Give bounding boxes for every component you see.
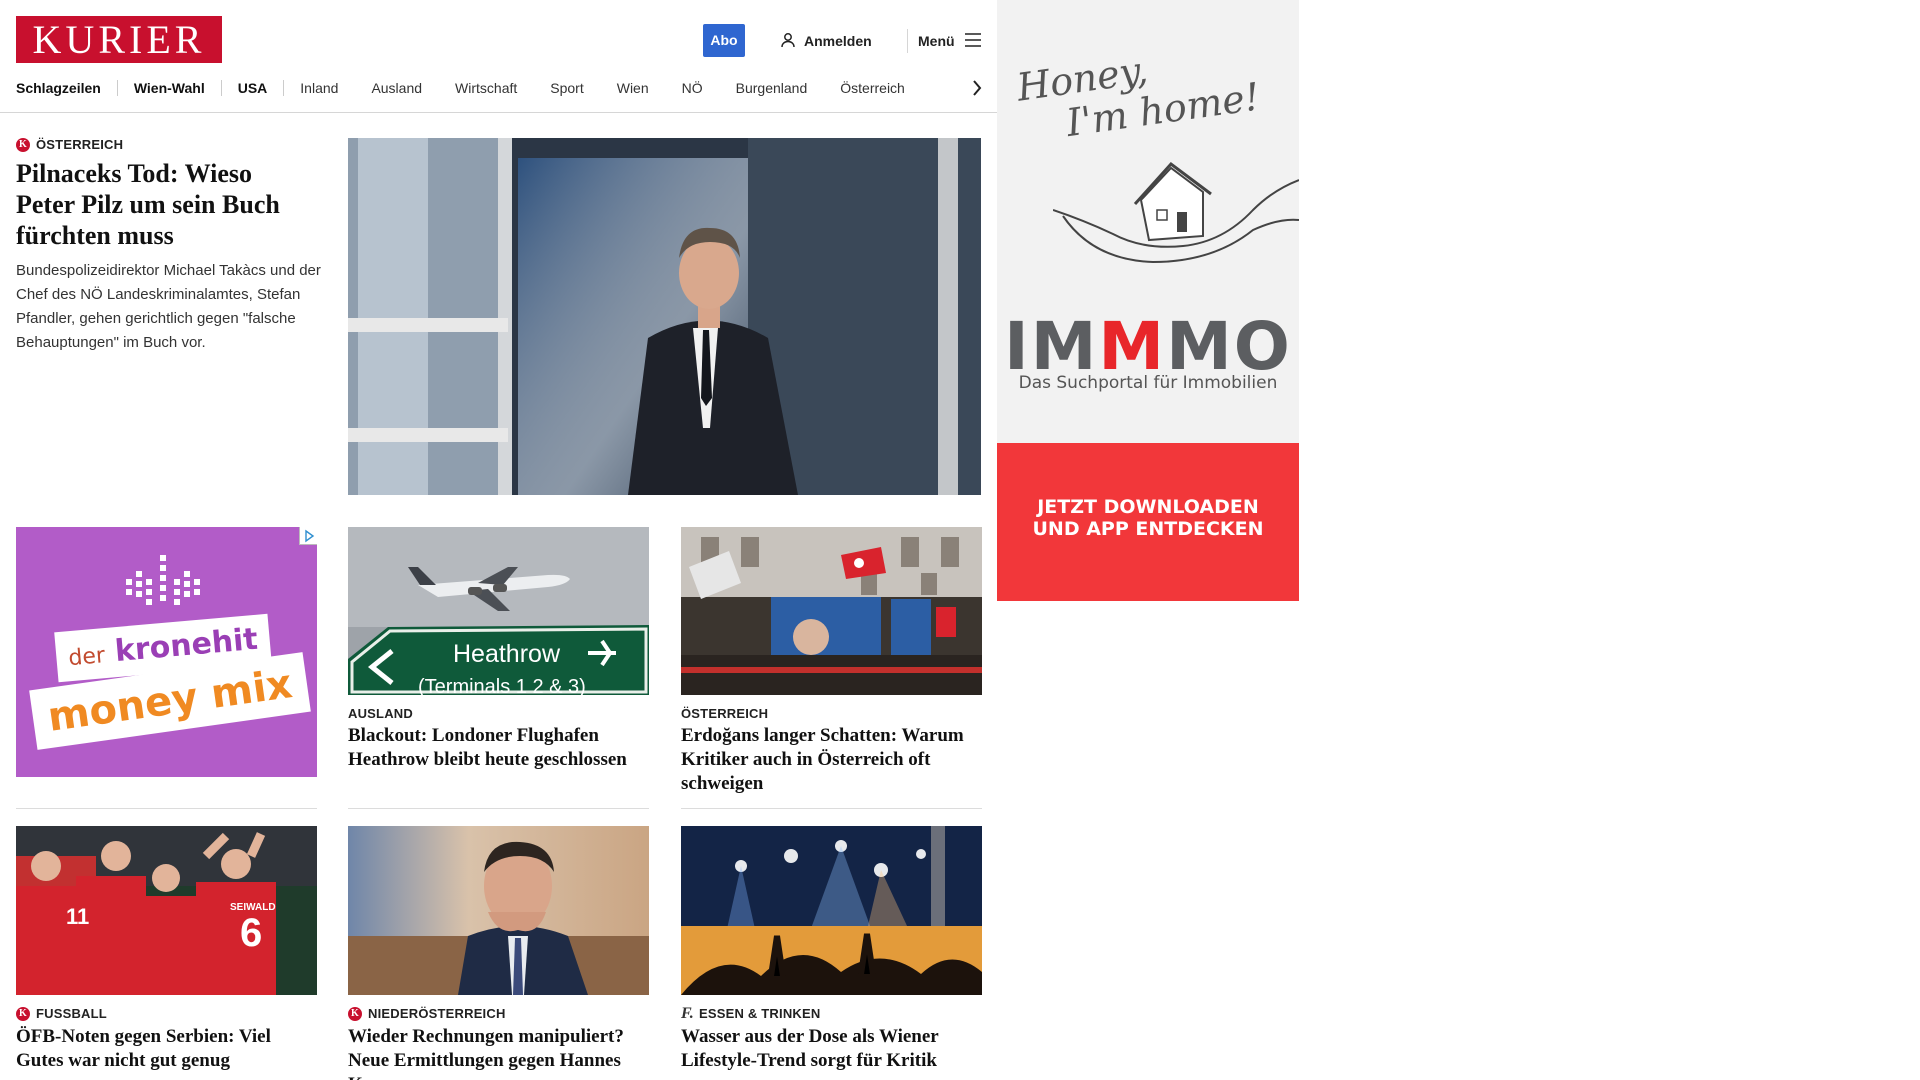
immmo-tagline: Das Suchportal für Immobilien <box>1018 373 1278 393</box>
ad-choices-icon[interactable] <box>299 527 317 545</box>
user-icon <box>780 32 796 51</box>
card-image-koza[interactable] <box>348 826 649 995</box>
card-kicker-label: AUSLAND <box>348 706 413 721</box>
divider <box>681 808 982 809</box>
login-label: Anmelden <box>804 33 872 49</box>
nav-item-wien[interactable]: Wien <box>617 80 649 96</box>
abo-button[interactable]: Abo <box>703 24 745 57</box>
svg-text:Heathrow: Heathrow <box>453 640 561 668</box>
divider <box>348 808 649 809</box>
kurier-plus-icon: K <box>16 1006 30 1021</box>
lead-headline[interactable]: Pilnaceks Tod: Wieso Peter Pilz um sein … <box>16 158 316 251</box>
chevron-right-icon[interactable] <box>968 76 986 100</box>
svg-text:(Terminals 1 2 & 3): (Terminals 1 2 & 3) <box>418 676 586 695</box>
nav-item-wien-wahl[interactable]: Wien-Wahl <box>134 80 205 96</box>
card-image-erdogan[interactable] <box>681 527 982 695</box>
card-kicker-label: ÖSTERREICH <box>681 706 769 721</box>
nav-separator <box>283 80 285 96</box>
card-headline[interactable]: Blackout: Londoner Flughafen Heathrow bl… <box>348 724 653 772</box>
kurier-plus-icon: K <box>16 137 30 152</box>
download-app-button[interactable]: JETZT DOWNLOADEN UND APP ENTDECKEN <box>997 443 1299 601</box>
nav-item-sport[interactable]: Sport <box>550 80 583 96</box>
card-headline[interactable]: ÖFB-Noten gegen Serbien: Viel Gutes war … <box>16 1025 317 1073</box>
menu-button[interactable]: Menü <box>918 30 981 52</box>
card-kicker[interactable]: K FUSSBALL <box>16 1006 107 1021</box>
kurier-logo[interactable]: KURIER <box>16 16 222 63</box>
nav-item-burgenland[interactable]: Burgenland <box>736 80 808 96</box>
nav-item-oesterreich[interactable]: Österreich <box>840 80 905 96</box>
card-kicker[interactable]: AUSLAND <box>348 706 413 721</box>
svg-text:SEIWALD: SEIWALD <box>230 902 276 913</box>
card-kicker[interactable]: ÖSTERREICH <box>681 706 768 721</box>
section-nav: Schlagzeilen Wien-Wahl USA Inland Auslan… <box>16 76 905 100</box>
card-kicker[interactable]: K NIEDERÖSTERREICH <box>348 1006 506 1021</box>
login-button[interactable]: Anmelden <box>780 30 872 52</box>
lead-kicker-label: ÖSTERREICH <box>36 137 124 152</box>
kronehit-ad[interactable]: der kronehit money mix <box>16 527 317 777</box>
nav-separator <box>116 80 118 96</box>
site-header: KURIER Abo Anmelden Menü Schlagzeilen Wi… <box>0 0 997 113</box>
freizeit-icon: f. <box>681 1005 695 1022</box>
crown-icon <box>122 549 204 618</box>
nav-item-noe[interactable]: NÖ <box>682 80 703 96</box>
nav-separator <box>220 80 222 96</box>
house-in-hand-icon <box>1052 150 1299 295</box>
ad-script-text: Honey, I'm home! <box>1014 47 1263 146</box>
divider <box>907 29 908 53</box>
nav-item-inland[interactable]: Inland <box>300 80 338 96</box>
card-headline[interactable]: Wasser aus der Dose als Wiener Lifestyle… <box>681 1025 982 1073</box>
nav-item-usa[interactable]: USA <box>238 80 268 96</box>
menu-label: Menü <box>918 33 955 49</box>
immmo-ad[interactable]: Honey, I'm home! IMMMO Das Suchportal fü… <box>997 0 1299 601</box>
card-headline[interactable]: Wieder Rechnungen manipuliert? Neue Ermi… <box>348 1025 653 1080</box>
card-kicker-label: NIEDERÖSTERREICH <box>368 1006 506 1021</box>
lead-kicker[interactable]: K ÖSTERREICH <box>16 137 123 152</box>
card-kicker-label: ESSEN & TRINKEN <box>699 1006 821 1021</box>
nav-item-ausland[interactable]: Ausland <box>371 80 422 96</box>
divider <box>16 808 317 809</box>
lead-image[interactable] <box>348 138 981 495</box>
kurier-plus-icon: K <box>348 1006 362 1021</box>
card-kicker[interactable]: f. ESSEN & TRINKEN <box>681 1005 821 1022</box>
card-image-heathrow[interactable]: Heathrow (Terminals 1 2 & 3) <box>348 527 649 695</box>
nav-item-schlagzeilen[interactable]: Schlagzeilen <box>16 80 101 96</box>
card-image-football[interactable]: 11 6 SEIWALD <box>16 826 317 995</box>
card-kicker-label: FUSSBALL <box>36 1006 107 1021</box>
svg-text:6: 6 <box>240 911 262 955</box>
hamburger-icon <box>964 32 981 50</box>
svg-text:11: 11 <box>66 904 89 929</box>
lead-teaser[interactable]: Bundespolizeidirektor Michael Takàcs und… <box>16 259 322 355</box>
card-image-concert[interactable] <box>681 826 982 995</box>
nav-item-wirtschaft[interactable]: Wirtschaft <box>455 80 517 96</box>
card-headline[interactable]: Erdoğans langer Schatten: Warum Kritiker… <box>681 724 986 796</box>
